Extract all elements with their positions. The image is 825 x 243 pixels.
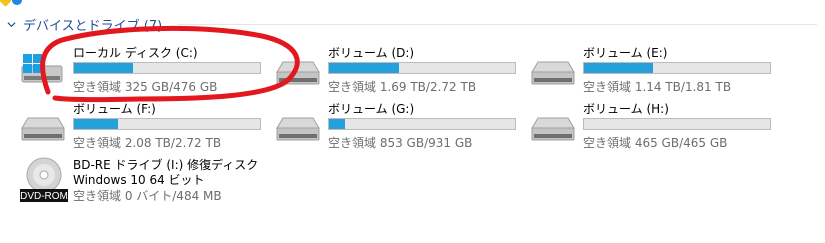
hard-drive-icon [21, 117, 65, 141]
usage-bar [583, 62, 771, 74]
drive-name: ローカル ディスク (C:) [73, 46, 198, 60]
free-space: 空き領域 2.08 TB/2.72 TB [73, 136, 222, 150]
drive-e[interactable]: ボリューム (E:) 空き領域 1.14 TB/1.81 TB [530, 44, 780, 94]
drive-name: ボリューム (G:) [328, 102, 415, 116]
free-space: 空き領域 0 バイト/484 MB [73, 189, 222, 203]
free-space: 空き領域 465 GB/465 GB [583, 136, 728, 150]
group-title: デバイスとドライブ (7) [23, 18, 163, 34]
drive-d[interactable]: ボリューム (D:) 空き領域 1.69 TB/2.72 TB [275, 44, 525, 94]
usage-fill [584, 63, 653, 73]
drive-i-optical[interactable]: DVD-ROM BD-RE ドライブ (I:) 修復ディスク Windows 1… [20, 156, 280, 206]
usage-fill [74, 63, 133, 73]
drive-name: ボリューム (D:) [328, 46, 415, 60]
drive-name: ボリューム (F:) [73, 102, 156, 116]
usage-bar [583, 118, 771, 130]
free-space: 空き領域 325 GB/476 GB [73, 80, 218, 94]
group-header-devices[interactable]: デバイスとドライブ (7) [7, 14, 817, 34]
usage-fill [329, 63, 400, 73]
free-space: 空き領域 1.69 TB/2.72 TB [328, 80, 477, 94]
drive-c[interactable]: ローカル ディスク (C:) 空き領域 325 GB/476 GB [20, 44, 270, 94]
dvd-badge: DVD-ROM [20, 191, 68, 202]
usage-bar [73, 118, 261, 130]
free-space: 空き領域 853 GB/931 GB [328, 136, 473, 150]
hard-drive-icon [531, 61, 575, 85]
partial-toolbar-icons [0, 0, 30, 8]
hard-drive-icon [531, 117, 575, 141]
free-space: 空き領域 1.14 TB/1.81 TB [583, 80, 732, 94]
globe-icon [12, 0, 22, 5]
usage-fill [74, 119, 118, 129]
chevron-down-icon [7, 21, 16, 27]
drive-f[interactable]: ボリューム (F:) 空き領域 2.08 TB/2.72 TB [20, 100, 270, 150]
usage-bar [328, 62, 516, 74]
windows-drive-icon [21, 54, 63, 83]
usage-bar [73, 62, 261, 74]
drive-h[interactable]: ボリューム (H:) 空き領域 465 GB/465 GB [530, 100, 780, 150]
drive-name: ボリューム (H:) [583, 102, 669, 116]
hard-drive-icon [276, 61, 320, 85]
drive-g[interactable]: ボリューム (G:) 空き領域 853 GB/931 GB [275, 100, 525, 150]
drive-subtitle: Windows 10 64 ビット [73, 173, 205, 187]
group-divider [177, 24, 817, 25]
drive-name: ボリューム (E:) [583, 46, 668, 60]
star-icon [0, 0, 12, 7]
dvd-rom-icon: DVD-ROM [20, 157, 68, 202]
usage-bar [328, 118, 516, 130]
usage-fill [329, 119, 345, 129]
hard-drive-icon [276, 117, 320, 141]
